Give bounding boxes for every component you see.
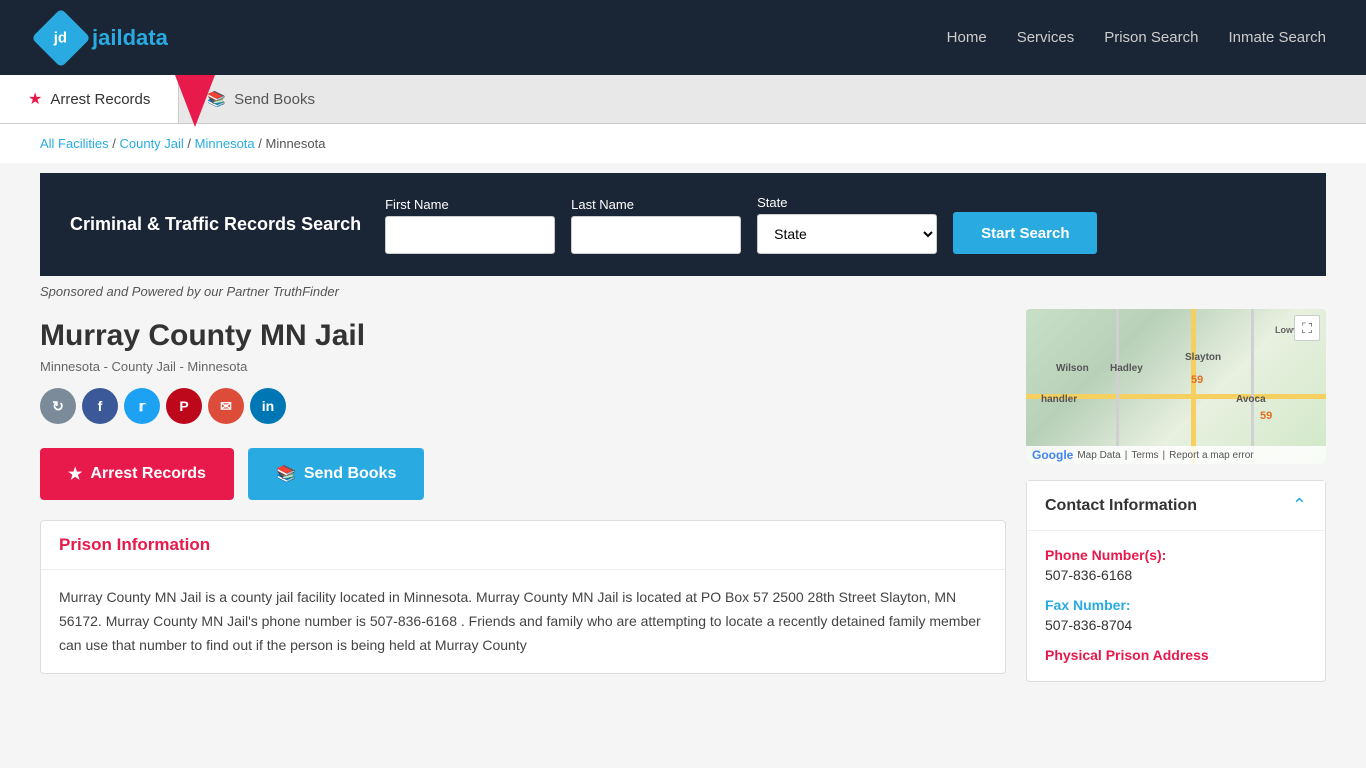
logo[interactable]: jd jaildata — [40, 17, 168, 59]
send-books-label: Send Books — [304, 465, 396, 483]
first-name-label: First Name — [385, 197, 555, 212]
send-books-button[interactable]: 📚 Send Books — [248, 448, 424, 500]
search-banner-title: Criminal & Traffic Records Search — [70, 212, 361, 237]
map-label-avoca: Avoca — [1236, 394, 1266, 405]
map-label-handler: handler — [1041, 394, 1077, 405]
facility-title: Murray County MN Jail — [40, 319, 1006, 353]
social-share-button[interactable]: ↻ — [40, 388, 76, 424]
map-footer: Google Map Data | Terms | Report a map e… — [1026, 446, 1326, 464]
phone-value: 507-836-6168 — [1045, 567, 1307, 583]
nav-inmate-search[interactable]: Inmate Search — [1228, 29, 1326, 46]
first-name-input[interactable] — [385, 216, 555, 254]
last-name-input[interactable] — [571, 216, 741, 254]
facility-subtitle: Minnesota - County Jail - Minnesota — [40, 359, 1006, 374]
fax-label: Fax Number: — [1045, 597, 1307, 613]
search-fields: First Name Last Name State State Alabama… — [385, 195, 1296, 254]
map-label-59b: 59 — [1260, 410, 1272, 422]
map-road-gray1 — [1116, 309, 1119, 464]
star-icon: ★ — [28, 89, 42, 109]
last-name-label: Last Name — [571, 197, 741, 212]
map-label-wilson: Wilson — [1056, 363, 1089, 374]
breadcrumb-county-jail[interactable]: County Jail — [119, 136, 183, 151]
nav-prison-search[interactable]: Prison Search — [1104, 29, 1198, 46]
map-label-hadley: Hadley — [1110, 363, 1143, 374]
phone-label: Phone Number(s): — [1045, 547, 1307, 563]
breadcrumb-all-facilities[interactable]: All Facilities — [40, 136, 109, 151]
social-linkedin-button[interactable]: in — [250, 388, 286, 424]
nav-home[interactable]: Home — [947, 29, 987, 46]
arrest-records-label: Arrest Records — [90, 465, 206, 483]
arrest-star-icon: ★ — [68, 464, 82, 484]
contact-header: Contact Information ⌃ — [1027, 481, 1325, 531]
social-icons: ↻ f 𝕣 P ✉ in — [40, 388, 1006, 424]
contact-body: Phone Number(s): 507-836-6168 Fax Number… — [1027, 531, 1325, 681]
contact-header-text: Contact Information — [1045, 497, 1197, 515]
book-icon: 📚 — [207, 90, 226, 108]
social-facebook-button[interactable]: f — [82, 388, 118, 424]
right-column: Wilson Hadley Slayton Avoca handler 59 5… — [1026, 309, 1326, 682]
breadcrumb-current: Minnesota — [266, 136, 326, 151]
map-label-59: 59 — [1191, 374, 1203, 386]
map-terms[interactable]: Terms — [1131, 450, 1158, 461]
contact-collapse-icon[interactable]: ⌃ — [1292, 495, 1307, 516]
map-report-error[interactable]: Report a map error — [1169, 450, 1253, 461]
last-name-group: Last Name — [571, 197, 741, 254]
nav-services[interactable]: Services — [1017, 29, 1075, 46]
logo-diamond: jd — [31, 8, 90, 67]
google-logo: Google — [1032, 448, 1073, 462]
first-name-group: First Name — [385, 197, 555, 254]
tab-arrest-records-label: Arrest Records — [50, 91, 150, 108]
tab-send-books[interactable]: 📚 Send Books — [179, 75, 343, 123]
prison-info-header: Prison Information — [41, 521, 1005, 570]
logo-text: jaildata — [92, 25, 168, 51]
prison-info-body: Murray County MN Jail is a county jail f… — [41, 570, 1005, 673]
tab-bar: ★ Arrest Records 📚 Send Books — [0, 75, 1366, 124]
site-header: jd jaildata Home Services Prison Search … — [0, 0, 1366, 75]
main-content: Murray County MN Jail Minnesota - County… — [40, 309, 1326, 682]
action-buttons: ★ Arrest Records 📚 Send Books — [40, 448, 1006, 500]
tab-arrest-records[interactable]: ★ Arrest Records — [0, 75, 179, 123]
send-books-icon: 📚 — [276, 464, 296, 484]
contact-box: Contact Information ⌃ Phone Number(s): 5… — [1026, 480, 1326, 682]
social-email-button[interactable]: ✉ — [208, 388, 244, 424]
search-banner: Criminal & Traffic Records Search First … — [40, 173, 1326, 276]
prison-info-box: Prison Information Murray County MN Jail… — [40, 520, 1006, 674]
map-label-slayton: Slayton — [1185, 352, 1221, 363]
physical-address-label: Physical Prison Address — [1045, 647, 1307, 663]
social-twitter-button[interactable]: 𝕣 — [124, 388, 160, 424]
sponsored-text: Sponsored and Powered by our Partner Tru… — [40, 284, 1326, 299]
left-column: Murray County MN Jail Minnesota - County… — [40, 309, 1006, 682]
main-nav: Home Services Prison Search Inmate Searc… — [947, 29, 1326, 46]
map-placeholder: Wilson Hadley Slayton Avoca handler 59 5… — [1026, 309, 1326, 464]
map-road-vertical — [1191, 309, 1196, 464]
map-container: Wilson Hadley Slayton Avoca handler 59 5… — [1026, 309, 1326, 464]
map-data-label: Map Data — [1077, 450, 1120, 461]
state-label: State — [757, 195, 937, 210]
map-road-gray2 — [1251, 309, 1254, 464]
start-search-button[interactable]: Start Search — [953, 212, 1097, 254]
breadcrumb: All Facilities / County Jail / Minnesota… — [0, 124, 1366, 163]
map-expand-button[interactable]: ⛶ — [1294, 315, 1320, 341]
logo-abbr: jd — [54, 29, 67, 46]
state-group: State State Alabama Alaska Minnesota — [757, 195, 937, 254]
arrest-records-button[interactable]: ★ Arrest Records — [40, 448, 234, 500]
breadcrumb-minnesota[interactable]: Minnesota — [195, 136, 255, 151]
fax-value: 507-836-8704 — [1045, 617, 1307, 633]
state-select[interactable]: State Alabama Alaska Minnesota — [757, 214, 937, 254]
social-pinterest-button[interactable]: P — [166, 388, 202, 424]
tab-send-books-label: Send Books — [234, 91, 315, 108]
